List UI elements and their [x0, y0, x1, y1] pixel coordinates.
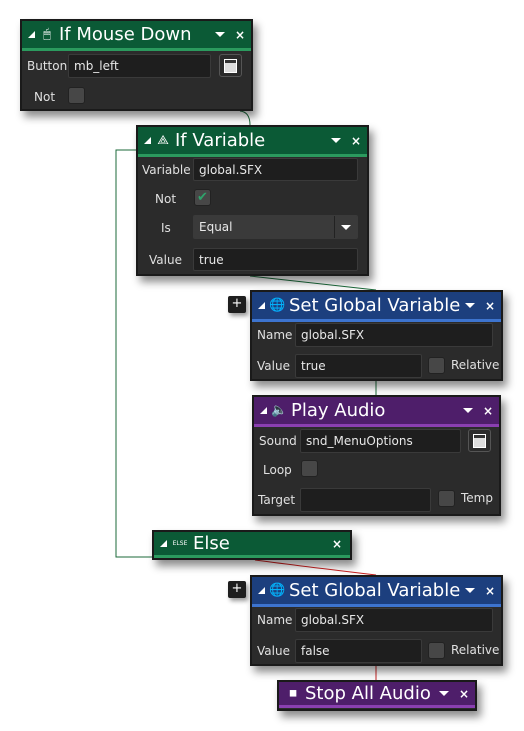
name-label: Name — [257, 613, 293, 627]
sound-label: Sound — [259, 434, 297, 448]
expand-button[interactable]: + — [228, 296, 246, 313]
not-label: Not — [155, 192, 177, 206]
branch-icon: ⟁ — [157, 133, 169, 148]
mouse-icon: 🖱 — [43, 27, 51, 42]
relative-label: Relative — [451, 358, 500, 372]
collapse-icon[interactable] — [258, 302, 265, 309]
collapse-icon[interactable] — [260, 407, 267, 414]
not-label: Not — [34, 90, 56, 104]
dropdown-icon[interactable] — [462, 408, 473, 413]
else-icon: ELSE — [172, 540, 188, 547]
stop-audio-icon: ◼ — [288, 688, 298, 699]
globe-icon: 🌐 — [269, 583, 286, 598]
relative-label: Relative — [451, 643, 500, 657]
close-icon[interactable]: × — [332, 537, 342, 551]
loop-label: Loop — [263, 463, 292, 477]
if-mouse-down-block[interactable]: 🖱 If Mouse Down × Button mb_left Not — [20, 19, 253, 111]
not-checkbox[interactable]: ✔ — [194, 189, 211, 206]
is-value: Equal — [199, 220, 233, 234]
button-field[interactable]: mb_left — [68, 54, 211, 78]
collapse-icon[interactable] — [28, 31, 35, 38]
relative-checkbox[interactable] — [428, 357, 445, 374]
block-title: If Variable — [175, 130, 266, 151]
list-icon — [224, 58, 237, 73]
if-variable-block[interactable]: ⟁ If Variable × Variable global.SFX Not ✔ … — [136, 125, 369, 276]
block-header[interactable]: 🖱 If Mouse Down × — [22, 21, 251, 51]
dropdown-icon[interactable] — [438, 691, 449, 696]
name-field[interactable]: global.SFX — [295, 323, 493, 347]
collapse-icon[interactable] — [160, 540, 167, 547]
sound-field[interactable]: snd_MenuOptions — [300, 429, 461, 453]
block-title: Stop All Audio — [305, 683, 431, 704]
block-header[interactable]: 🌐 Set Global Variable × — [252, 577, 501, 607]
play-audio-block[interactable]: 🔈 Play Audio × Sound snd_MenuOptions Loop … — [252, 395, 501, 516]
close-icon[interactable]: × — [235, 28, 245, 42]
variable-field[interactable]: global.SFX — [193, 158, 358, 181]
value-label: Value — [149, 253, 182, 267]
block-header[interactable]: ⟁ If Variable × — [138, 127, 367, 157]
temp-checkbox[interactable] — [438, 490, 455, 507]
close-icon[interactable]: × — [351, 134, 361, 148]
block-title: Set Global Variable — [289, 580, 461, 601]
name-label: Name — [257, 328, 293, 342]
loop-checkbox[interactable] — [301, 460, 318, 477]
dropdown-icon[interactable] — [464, 588, 475, 593]
value-field[interactable]: true — [193, 248, 358, 271]
dropdown-icon[interactable] — [464, 303, 475, 308]
block-title: Set Global Variable — [289, 295, 461, 316]
dropdown-icon[interactable] — [214, 32, 225, 37]
value-field[interactable]: false — [295, 639, 422, 663]
close-icon[interactable]: × — [483, 404, 493, 418]
stop-all-audio-block[interactable]: ◼ Stop All Audio × — [277, 680, 477, 711]
temp-label: Temp — [461, 491, 493, 505]
block-header[interactable]: 🌐 Set Global Variable × — [252, 292, 501, 322]
chevron-down-icon — [341, 224, 351, 230]
globe-icon: 🌐 — [269, 298, 286, 313]
list-icon — [473, 433, 486, 448]
value-field[interactable]: true — [295, 354, 422, 378]
relative-checkbox[interactable] — [428, 642, 445, 659]
variable-label: Variable — [142, 163, 191, 177]
dropdown-icon[interactable] — [330, 138, 341, 143]
expand-button[interactable]: + — [228, 581, 246, 598]
collapse-icon[interactable] — [258, 587, 265, 594]
block-header[interactable]: ELSE Else × — [154, 532, 350, 558]
close-icon[interactable]: × — [485, 584, 495, 598]
block-title: If Mouse Down — [59, 24, 192, 45]
set-global-variable-block[interactable]: 🌐 Set Global Variable × Name global.SFX Va… — [250, 575, 503, 666]
is-dropdown[interactable]: Equal — [193, 215, 358, 239]
target-label: Target — [258, 493, 296, 507]
not-checkbox[interactable] — [68, 87, 85, 104]
button-label: Button — [27, 59, 68, 73]
block-header[interactable]: 🔈 Play Audio × — [254, 397, 499, 427]
block-header[interactable]: ◼ Stop All Audio × — [279, 682, 475, 708]
close-icon[interactable]: × — [485, 299, 495, 313]
list-button[interactable] — [468, 429, 491, 452]
set-global-variable-block[interactable]: 🌐 Set Global Variable × Name global.SFX Va… — [250, 290, 503, 381]
else-block[interactable]: ELSE Else × — [152, 530, 352, 560]
value-label: Value — [257, 359, 290, 373]
list-button[interactable] — [219, 54, 242, 77]
is-label: Is — [161, 221, 171, 235]
name-field[interactable]: global.SFX — [295, 608, 493, 632]
block-title: Else — [193, 533, 230, 554]
block-title: Play Audio — [291, 400, 386, 421]
target-field[interactable] — [300, 488, 431, 512]
close-icon[interactable]: × — [459, 687, 469, 701]
value-label: Value — [257, 644, 290, 658]
collapse-icon[interactable] — [144, 137, 151, 144]
speaker-icon: 🔈 — [271, 403, 288, 418]
